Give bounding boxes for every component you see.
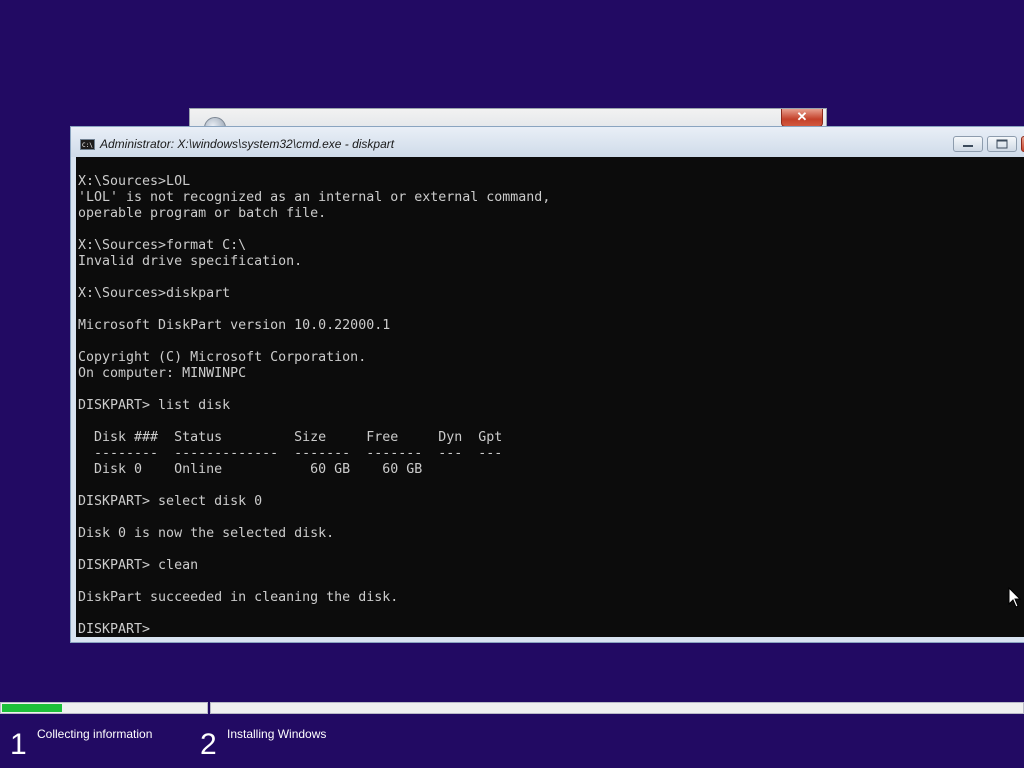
step-label-installing: Installing Windows	[227, 727, 327, 741]
step-number-2: 2	[200, 728, 217, 761]
console-area[interactable]: X:\Sources>LOL 'LOL' is not recognized a…	[76, 157, 1024, 637]
cmd-window[interactable]: C:\ Administrator: X:\windows\system32\c…	[70, 126, 1024, 643]
step-label-collecting: Collecting information	[37, 727, 153, 741]
cmd-window-title: Administrator: X:\windows\system32\cmd.e…	[100, 137, 395, 151]
progress-fill	[2, 704, 62, 712]
cmd-titlebar[interactable]: C:\ Administrator: X:\windows\system32\c…	[71, 127, 1024, 157]
progress-segment-installing	[210, 702, 1024, 714]
maximize-icon	[996, 139, 1008, 149]
maximize-button[interactable]	[987, 136, 1017, 152]
setup-dialog-close-button[interactable]: ✕	[781, 109, 823, 127]
console-output[interactable]: X:\Sources>LOL 'LOL' is not recognized a…	[76, 157, 1024, 637]
step-number-1: 1	[10, 728, 27, 761]
setup-progress-bar	[0, 702, 1024, 714]
minimize-icon	[963, 145, 973, 147]
cmd-icon: C:\	[80, 139, 95, 150]
minimize-button[interactable]	[953, 136, 983, 152]
progress-segment-collecting	[0, 702, 208, 714]
mouse-pointer-icon	[1008, 587, 1022, 608]
